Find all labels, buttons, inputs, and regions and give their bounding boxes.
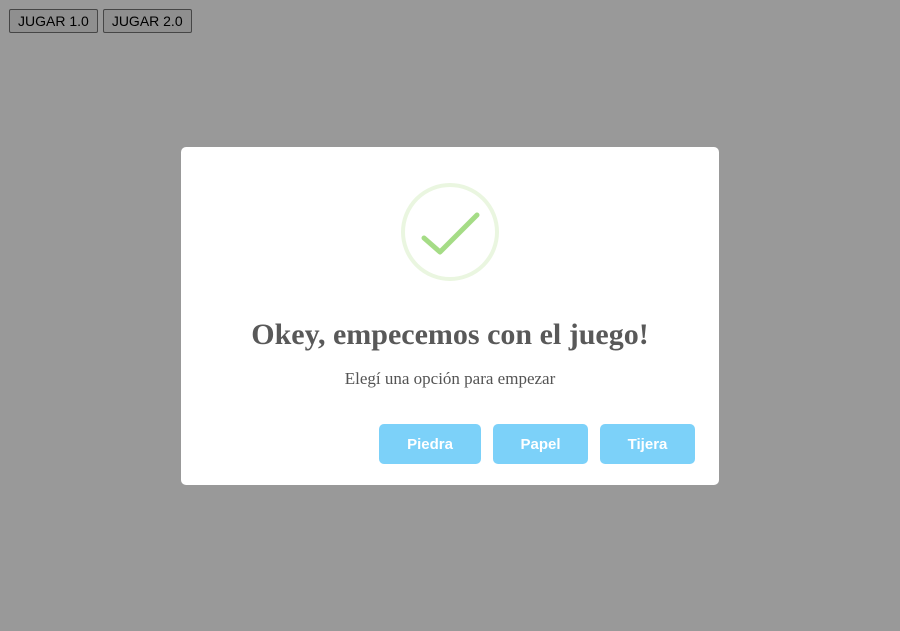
alert-modal: Okey, empecemos con el juego! Elegí una … bbox=[181, 147, 719, 485]
paper-button[interactable]: Papel bbox=[493, 424, 588, 464]
modal-title: Okey, empecemos con el juego! bbox=[251, 318, 649, 351]
scissors-button[interactable]: Tijera bbox=[600, 424, 695, 464]
modal-text: Elegí una opción para empezar bbox=[344, 369, 556, 388]
rock-button[interactable]: Piedra bbox=[379, 424, 481, 464]
modal-actions: Piedra Papel Tijera bbox=[379, 424, 695, 464]
success-check-icon bbox=[400, 182, 500, 282]
